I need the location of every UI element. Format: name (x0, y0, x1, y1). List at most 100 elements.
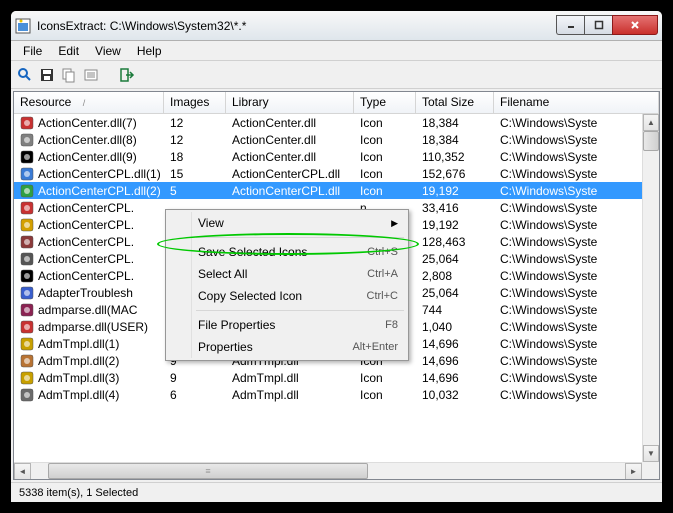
minimize-button[interactable] (556, 15, 584, 35)
resource-name: ActionCenterCPL. (38, 269, 134, 283)
cell-library: AdmTmpl.dll (226, 371, 354, 385)
cell-type: Icon (354, 167, 416, 181)
scroll-thumb-v[interactable] (643, 131, 659, 151)
scroll-up-button[interactable]: ▲ (643, 114, 659, 131)
table-row[interactable]: ActionCenter.dll(8) 12 ActionCenter.dll … (14, 131, 659, 148)
resource-icon (20, 116, 34, 130)
resource-icon (20, 388, 34, 402)
cell-library: AdmTmpl.dll (226, 388, 354, 402)
resource-name: AdapterTroublesh (38, 286, 133, 300)
cell-size: 128,463 (416, 235, 494, 249)
scroll-thumb-h[interactable]: ≡ (48, 463, 368, 479)
app-window: IconsExtract: C:\Windows\System32\*.* Fi… (10, 10, 663, 503)
cell-size: 1,040 (416, 320, 494, 334)
menubar: File Edit View Help (11, 41, 662, 61)
resource-name: ActionCenterCPL. (38, 218, 134, 232)
table-row[interactable]: AdmTmpl.dll(4) 6 AdmTmpl.dll Icon 10,032… (14, 386, 659, 403)
status-text: 5338 item(s), 1 Selected (19, 487, 138, 499)
table-row[interactable]: AdmTmpl.dll(3) 9 AdmTmpl.dll Icon 14,696… (14, 369, 659, 386)
menu-edit[interactable]: Edit (50, 42, 87, 60)
resource-icon (20, 218, 34, 232)
resource-name: ActionCenterCPL.dll(2) (38, 184, 161, 198)
cell-filename: C:\Windows\Syste (494, 354, 659, 368)
cell-filename: C:\Windows\Syste (494, 286, 659, 300)
cell-type: Icon (354, 371, 416, 385)
cell-size: 25,064 (416, 252, 494, 266)
close-button[interactable] (612, 15, 658, 35)
resource-name: AdmTmpl.dll(3) (38, 371, 119, 385)
resource-icon (20, 371, 34, 385)
cell-library: ActionCenter.dll (226, 116, 354, 130)
table-row[interactable]: ActionCenter.dll(7) 12 ActionCenter.dll … (14, 114, 659, 131)
resource-icon (20, 354, 34, 368)
vertical-scrollbar[interactable]: ▲ ▼ (642, 114, 659, 462)
table-row[interactable]: ActionCenterCPL.dll(2) 5 ActionCenterCPL… (14, 182, 659, 199)
resource-name: admparse.dll(USER) (38, 320, 148, 334)
titlebar[interactable]: IconsExtract: C:\Windows\System32\*.* (11, 11, 662, 41)
cell-filename: C:\Windows\Syste (494, 371, 659, 385)
cell-type: Icon (354, 116, 416, 130)
context-menu: View▶ Save Selected IconsCtrl+S Select A… (165, 209, 409, 361)
cell-size: 2,808 (416, 269, 494, 283)
statusbar: 5338 item(s), 1 Selected (11, 482, 662, 502)
resource-icon (20, 201, 34, 215)
column-type[interactable]: Type (354, 92, 416, 113)
menu-help[interactable]: Help (129, 42, 170, 60)
properties-icon[interactable] (83, 67, 99, 83)
cell-images: 12 (164, 116, 226, 130)
scroll-corner (642, 462, 659, 479)
cell-library: ActionCenter.dll (226, 150, 354, 164)
column-size[interactable]: Total Size (416, 92, 494, 113)
cell-images: 18 (164, 150, 226, 164)
context-file-properties[interactable]: File PropertiesF8 (168, 314, 406, 336)
scroll-right-button[interactable]: ► (625, 463, 642, 480)
context-properties[interactable]: PropertiesAlt+Enter (168, 336, 406, 358)
cell-images: 6 (164, 388, 226, 402)
resource-name: ActionCenter.dll(8) (38, 133, 137, 147)
context-select-all[interactable]: Select AllCtrl+A (168, 263, 406, 285)
column-resource[interactable]: Resource / (14, 92, 164, 113)
cell-size: 14,696 (416, 354, 494, 368)
exit-icon[interactable] (119, 67, 135, 83)
cell-images: 15 (164, 167, 226, 181)
cell-images: 5 (164, 184, 226, 198)
column-images[interactable]: Images (164, 92, 226, 113)
search-icon[interactable] (17, 67, 33, 83)
cell-filename: C:\Windows\Syste (494, 133, 659, 147)
menu-view[interactable]: View (87, 42, 129, 60)
horizontal-scrollbar[interactable]: ◄ ≡ ► (14, 462, 642, 479)
menu-file[interactable]: File (15, 42, 50, 60)
cell-filename: C:\Windows\Syste (494, 252, 659, 266)
cell-filename: C:\Windows\Syste (494, 150, 659, 164)
cell-size: 14,696 (416, 337, 494, 351)
context-view[interactable]: View▶ (168, 212, 406, 234)
save-icon[interactable] (39, 67, 55, 83)
cell-filename: C:\Windows\Syste (494, 320, 659, 334)
context-save-selected[interactable]: Save Selected IconsCtrl+S (168, 241, 406, 263)
cell-size: 110,352 (416, 150, 494, 164)
copy-icon[interactable] (61, 67, 77, 83)
cell-size: 19,192 (416, 184, 494, 198)
maximize-button[interactable] (584, 15, 612, 35)
cell-type: Icon (354, 184, 416, 198)
table-row[interactable]: ActionCenterCPL.dll(1) 15 ActionCenterCP… (14, 165, 659, 182)
resource-icon (20, 252, 34, 266)
resource-icon (20, 269, 34, 283)
cell-library: ActionCenter.dll (226, 133, 354, 147)
cell-size: 33,416 (416, 201, 494, 215)
list-header: Resource / Images Library Type Total Siz… (14, 92, 659, 114)
table-row[interactable]: ActionCenter.dll(9) 18 ActionCenter.dll … (14, 148, 659, 165)
resource-icon (20, 303, 34, 317)
resource-name: ActionCenterCPL.dll(1) (38, 167, 161, 181)
resource-icon (20, 184, 34, 198)
column-library[interactable]: Library (226, 92, 354, 113)
context-copy-selected[interactable]: Copy Selected IconCtrl+C (168, 285, 406, 307)
resource-icon (20, 150, 34, 164)
cell-filename: C:\Windows\Syste (494, 201, 659, 215)
resource-icon (20, 167, 34, 181)
app-icon (15, 18, 31, 34)
scroll-left-button[interactable]: ◄ (14, 463, 31, 480)
scroll-down-button[interactable]: ▼ (643, 445, 659, 462)
cell-type: Icon (354, 133, 416, 147)
column-filename[interactable]: Filename (494, 92, 659, 113)
